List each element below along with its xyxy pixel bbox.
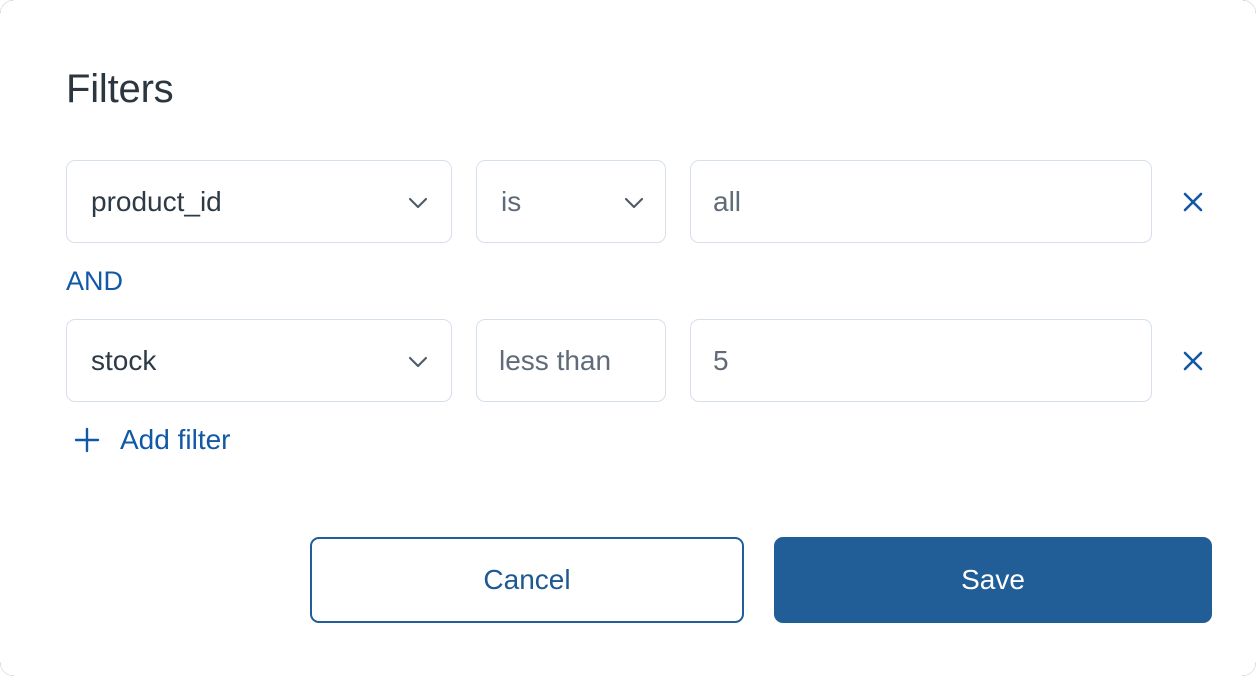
add-filter-label: Add filter xyxy=(120,424,231,455)
filters-dialog: Filters product_id is all AND stock less… xyxy=(0,0,1256,676)
card-corner-bottom-right xyxy=(1228,648,1256,676)
filter-row: stock less than 5 xyxy=(66,319,1216,402)
plus-icon xyxy=(72,425,102,455)
remove-filter-button-2[interactable] xyxy=(1170,319,1216,402)
filter-operator-select-1[interactable]: is xyxy=(476,160,666,243)
filter-field-select-1[interactable]: product_id xyxy=(66,160,452,243)
chevron-down-icon xyxy=(621,189,647,215)
page-title: Filters xyxy=(66,67,174,111)
filter-value-input-2[interactable]: 5 xyxy=(690,319,1152,402)
filter-conjunction: AND xyxy=(66,265,124,296)
filter-row: product_id is all xyxy=(66,160,1216,243)
card-corner-bottom-left xyxy=(0,648,28,676)
cancel-button[interactable]: Cancel xyxy=(310,537,744,623)
close-icon xyxy=(1180,189,1206,215)
close-icon xyxy=(1180,348,1206,374)
card-corner-top-right xyxy=(1228,0,1256,28)
filter-field-select-2[interactable]: stock xyxy=(66,319,452,402)
save-button[interactable]: Save xyxy=(774,537,1212,623)
filter-value-input-1[interactable]: all xyxy=(690,160,1152,243)
remove-filter-button-1[interactable] xyxy=(1170,160,1216,243)
card-corner-top-left xyxy=(0,0,28,28)
chevron-down-icon xyxy=(405,189,431,215)
filter-value-text-1: all xyxy=(713,185,742,217)
filter-field-value-2: stock xyxy=(91,344,157,376)
dialog-footer: Cancel Save xyxy=(0,537,1256,623)
add-filter-button[interactable]: Add filter xyxy=(72,424,231,456)
filter-field-value-1: product_id xyxy=(91,185,222,217)
chevron-down-icon xyxy=(405,348,431,374)
filter-operator-value-2: less than xyxy=(499,344,612,376)
filter-value-text-2: 5 xyxy=(713,344,729,376)
filter-operator-select-2[interactable]: less than xyxy=(476,319,666,402)
filter-list: product_id is all AND stock less than 5 xyxy=(66,160,1216,402)
filter-operator-value-1: is xyxy=(501,185,522,217)
